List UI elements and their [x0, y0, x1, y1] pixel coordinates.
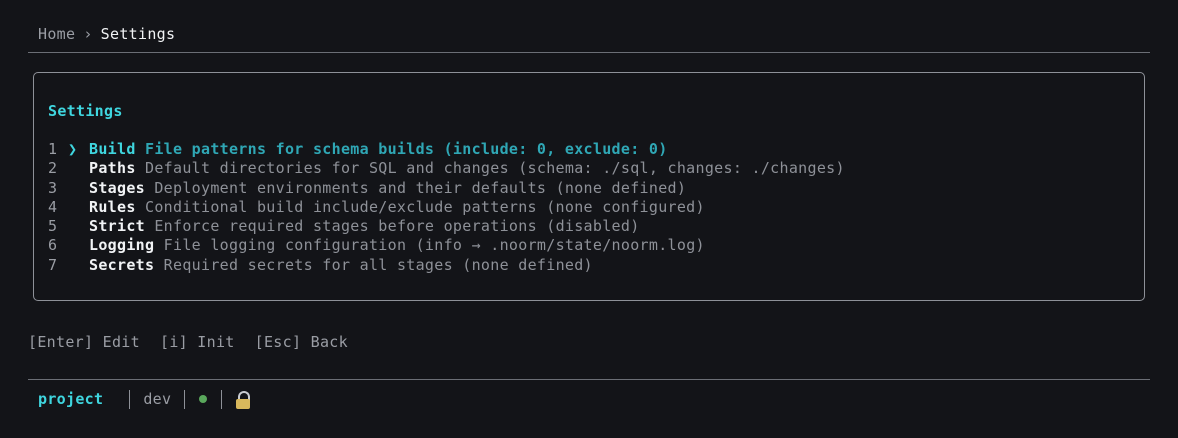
menu-item-rules[interactable]: 4 Rules Conditional build include/exclude…	[48, 198, 845, 217]
menu-item-description: Conditional build include/exclude patter…	[145, 197, 705, 216]
menu-item-number: 7	[48, 255, 58, 274]
status-divider	[28, 379, 1150, 380]
hint-init[interactable]: [i] Init	[160, 333, 235, 351]
menu-item-description: Enforce required stages before operation…	[154, 217, 640, 236]
menu-item-stages[interactable]: 3 Stages Deployment environments and thei…	[48, 179, 845, 198]
menu-item-name: Secrets	[89, 255, 155, 274]
breadcrumb-separator: ›	[83, 25, 93, 43]
menu-item-name: Build	[89, 140, 136, 158]
menu-item-number: 4	[48, 197, 58, 216]
breadcrumb: Home › Settings	[38, 24, 175, 44]
breadcrumb-current: Settings	[100, 25, 176, 43]
menu-item-description: Default directories for SQL and changes …	[145, 159, 845, 178]
menu-item-number: 1	[48, 140, 58, 158]
panel-title: Settings	[48, 102, 123, 120]
header-divider	[28, 52, 1150, 53]
menu-item-name: Rules	[89, 197, 136, 216]
lock-icon	[235, 390, 251, 409]
stage-name: dev	[143, 390, 172, 408]
menu-item-number: 3	[48, 178, 58, 197]
settings-menu: 1 ❯ Build File patterns for schema builds …	[48, 140, 845, 275]
status-separator	[129, 389, 131, 409]
project-name: project	[38, 390, 104, 408]
status-separator	[221, 389, 223, 409]
status-dot-icon	[199, 395, 208, 403]
menu-item-name: Paths	[89, 159, 136, 178]
status-separator	[184, 389, 186, 409]
breadcrumb-home[interactable]: Home	[38, 25, 75, 43]
menu-item-name: Strict	[89, 217, 145, 236]
menu-item-description: Required secrets for all stages (none de…	[163, 255, 593, 274]
menu-item-name: Stages	[89, 178, 145, 197]
status-bar: project dev	[38, 389, 251, 409]
menu-item-number: 6	[48, 236, 58, 255]
hint-edit[interactable]: [Enter] Edit	[28, 333, 140, 351]
menu-item-description: File patterns for schema builds (include…	[145, 140, 668, 158]
settings-panel: Settings 1 ❯ Build File patterns for schem…	[33, 72, 1145, 301]
menu-item-description: File logging configuration (info → .noor…	[163, 236, 705, 255]
menu-item-strict[interactable]: 5 Strict Enforce required stages before o…	[48, 217, 845, 236]
selection-cursor-icon: ❯	[68, 140, 78, 158]
menu-item-name: Logging	[89, 236, 155, 255]
menu-item-description: Deployment environments and their defaul…	[154, 178, 687, 197]
menu-item-secrets[interactable]: 7 Secrets Required secrets for all stages…	[48, 256, 845, 275]
menu-item-logging[interactable]: 6 Logging File logging configuration (inf…	[48, 236, 845, 255]
keyboard-hints: [Enter] Edit [i] Init [Esc] Back	[28, 332, 368, 352]
hint-back[interactable]: [Esc] Back	[255, 333, 348, 351]
menu-item-build[interactable]: 1 ❯ Build File patterns for schema builds …	[48, 140, 845, 159]
menu-item-paths[interactable]: 2 Paths Default directories for SQL and c…	[48, 159, 845, 178]
menu-item-number: 5	[48, 217, 58, 236]
menu-item-number: 2	[48, 159, 58, 178]
